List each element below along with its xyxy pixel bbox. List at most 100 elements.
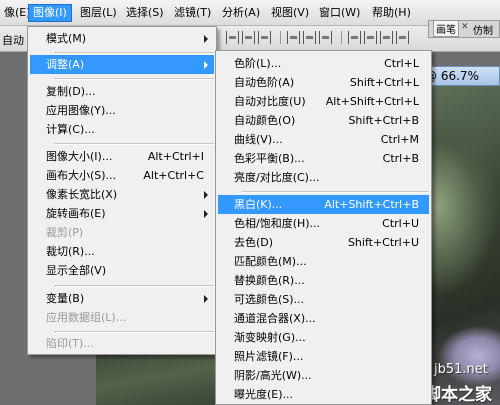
menu-item-label: 显示全部(V) [46, 264, 107, 277]
zoom-readout: @ 66.7% [425, 69, 479, 83]
align-tools [226, 31, 412, 47]
menu-item-duplicate[interactable]: 复制(D)... [30, 82, 214, 101]
menu-item-label: 陷印(T)... [46, 337, 94, 350]
align-left-icon[interactable] [287, 31, 300, 44]
align-bottom-icon[interactable] [258, 31, 271, 44]
menu-item-label: 替换颜色(R)... [234, 274, 305, 287]
menu-item-photo-filter[interactable]: 照片滤镜(F)... [218, 347, 429, 366]
menu-item-calculations[interactable]: 计算(C)... [30, 120, 214, 139]
menu-item-brightness-contrast[interactable]: 亮度/对比度(C)... [218, 168, 429, 187]
submenu-arrow-icon [204, 191, 208, 199]
menu-item-pixel-aspect[interactable]: 像素长宽比(X) [30, 185, 214, 204]
menu-item-color-balance[interactable]: 色彩平衡(B)... Ctrl+B [218, 149, 429, 168]
menu-item-label: 自动色阶(A) [234, 76, 295, 89]
document-title-bar[interactable]: @ 66.7% [420, 66, 500, 86]
menu-item-label: 去色(D) [234, 236, 274, 249]
menu-item-curves[interactable]: 曲线(V)... Ctrl+M [218, 130, 429, 149]
menu-item-shortcut: Shift+Ctrl+L [349, 76, 419, 89]
menu-item-apply-image[interactable]: 应用图像(Y)... [30, 101, 214, 120]
menu-item-label: 调整(A) [46, 58, 85, 71]
menu-item-label: 色彩平衡(B)... [234, 152, 305, 165]
distribute-bottom-icon[interactable] [380, 31, 393, 44]
align-hcenter-icon[interactable] [303, 31, 316, 44]
menu-analysis[interactable]: 分析(A) [218, 5, 264, 21]
submenu-arrow-icon [204, 61, 208, 69]
menu-item-canvas-size[interactable]: 画布大小(S)... Alt+Ctrl+C [30, 166, 214, 185]
menu-item-shortcut: Alt+Shift+Ctrl+L [325, 95, 419, 108]
menu-help[interactable]: 帮助(H) [368, 5, 415, 21]
menu-separator [54, 331, 214, 333]
menu-item-replace-color[interactable]: 替换颜色(R)... [218, 271, 429, 290]
menu-item-shadows-highlights[interactable]: 阴影/高光(W)... [218, 366, 429, 385]
menu-item-mode[interactable]: 模式(M) [30, 29, 214, 48]
menu-item-variables[interactable]: 变量(B) [30, 289, 214, 308]
menu-item-adjust[interactable]: 调整(A) [30, 55, 214, 74]
menu-item-trim[interactable]: 裁切(R)... [30, 242, 214, 261]
menu-item-levels[interactable]: 色阶(L)... Ctrl+L [218, 54, 429, 73]
menu-separator [54, 78, 214, 80]
menu-item-trap: 陷印(T)... [30, 334, 214, 353]
menu-item-exposure[interactable]: 曝光度(E)... [218, 385, 429, 404]
menu-window[interactable]: 窗口(W) [315, 5, 364, 21]
menu-item-auto-color[interactable]: 自动颜色(O) Shift+Ctrl+B [218, 111, 429, 130]
image-menu: 模式(M) 调整(A) 复制(D)... 应用图像(Y)... 计算(C)...… [27, 26, 217, 355]
menu-item-shortcut: Shift+Ctrl+B [348, 114, 419, 127]
menu-item-label: 曲线(V)... [234, 133, 283, 146]
menu-item-label: 裁剪(P) [46, 226, 84, 239]
menu-item-channel-mixer[interactable]: 通道混合器(X)... [218, 309, 429, 328]
menu-separator [54, 285, 214, 287]
menu-filter[interactable]: 滤镜(T) [170, 5, 215, 21]
menu-item-label: 模式(M) [46, 32, 87, 45]
tab-clone[interactable]: 仿制 [473, 22, 493, 37]
menu-item-shortcut: Ctrl+U [382, 217, 419, 230]
menu-item-rotate-canvas[interactable]: 旋转画布(E) [30, 204, 214, 223]
menu-item-match-color[interactable]: 匹配颜色(M)... [218, 252, 429, 271]
menu-item-shortcut: Alt+Ctrl+C [143, 169, 204, 182]
align-top-icon[interactable] [226, 31, 239, 44]
menu-item-black-white[interactable]: 黑白(K)... Alt+Shift+Ctrl+B [218, 195, 429, 214]
watermark-site: jb51.net [434, 362, 488, 377]
menu-item-label: 应用数据组(L)... [46, 311, 127, 324]
menu-image[interactable]: 图像(I) [28, 4, 72, 22]
menu-item-shortcut: Ctrl+B [382, 152, 419, 165]
menu-item-shortcut: Shift+Ctrl+U [347, 236, 419, 249]
panel-tabs: 画笔 ✕ 仿制 [428, 20, 500, 38]
distribute-left-icon[interactable] [396, 31, 409, 44]
submenu-arrow-icon [204, 35, 208, 43]
menu-item-label: 曝光度(E)... [234, 388, 294, 401]
align-vcenter-icon[interactable] [242, 31, 255, 44]
menu-item-label: 色阶(L)... [234, 57, 282, 70]
menu-item-hue-saturation[interactable]: 色相/饱和度(H)... Ctrl+U [218, 214, 429, 233]
menu-item-reveal-all[interactable]: 显示全部(V) [30, 261, 214, 280]
menu-select[interactable]: 选择(S) [122, 5, 168, 21]
toolbar-divider [280, 31, 281, 44]
menu-separator [54, 143, 214, 145]
align-right-icon[interactable] [319, 31, 332, 44]
menu-item-gradient-map[interactable]: 渐变映射(G)... [218, 328, 429, 347]
menu-separator [242, 191, 429, 193]
tab-brushes[interactable]: 画笔 [433, 20, 459, 37]
menu-item-label: 阴影/高光(W)... [234, 369, 312, 382]
auto-select-label[interactable]: 自动 [2, 32, 24, 48]
distribute-vcenter-icon[interactable] [364, 31, 377, 44]
menu-separator [54, 52, 214, 54]
menu-item-label: 应用图像(Y)... [46, 104, 116, 117]
menu-item-label: 像素长宽比(X) [46, 188, 118, 201]
menu-item-label: 黑白(K)... [234, 198, 283, 211]
menu-item-label: 图像大小(I)... [46, 150, 113, 163]
menu-item-label: 复制(D)... [46, 85, 96, 98]
toolbar-divider [341, 31, 342, 44]
menu-item-label: 自动颜色(O) [234, 114, 296, 127]
distribute-top-icon[interactable] [348, 31, 361, 44]
menu-view[interactable]: 视图(V) [267, 5, 313, 21]
menu-layer[interactable]: 图层(L) [76, 5, 121, 21]
menu-item-label: 匹配颜色(M)... [234, 255, 307, 268]
close-icon[interactable]: ✕ [461, 22, 469, 32]
menu-item-desaturate[interactable]: 去色(D) Shift+Ctrl+U [218, 233, 429, 252]
menu-item-label: 裁切(R)... [46, 245, 95, 258]
menu-item-image-size[interactable]: 图像大小(I)... Alt+Ctrl+I [30, 147, 214, 166]
menu-item-auto-levels[interactable]: 自动色阶(A) Shift+Ctrl+L [218, 73, 429, 92]
menu-item-label: 可选颜色(S)... [234, 293, 305, 306]
menu-item-auto-contrast[interactable]: 自动对比度(U) Alt+Shift+Ctrl+L [218, 92, 429, 111]
menu-item-selective-color[interactable]: 可选颜色(S)... [218, 290, 429, 309]
